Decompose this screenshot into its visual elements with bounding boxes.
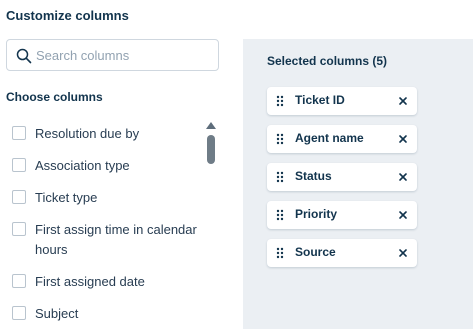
selected-column-chip[interactable]: Status: [267, 163, 417, 191]
choose-columns-label: Choose columns: [6, 90, 103, 104]
available-columns-list[interactable]: Resolution due by Association type Ticke…: [0, 117, 205, 329]
close-icon[interactable]: [397, 247, 409, 259]
drag-handle-icon[interactable]: [276, 209, 284, 221]
close-icon[interactable]: [397, 133, 409, 145]
selected-column-chip[interactable]: Priority: [267, 201, 417, 229]
selected-columns-panel: Selected columns (5) Ticket ID Agent nam…: [243, 39, 473, 329]
list-item[interactable]: First assigned date: [12, 272, 205, 292]
checkbox[interactable]: [12, 190, 26, 204]
list-item[interactable]: Resolution due by: [12, 124, 205, 144]
drag-handle-icon[interactable]: [276, 171, 284, 183]
chip-label: Ticket ID: [295, 93, 345, 107]
scrollbar-thumb[interactable]: [207, 135, 215, 164]
column-label: Ticket type: [35, 190, 98, 205]
list-item[interactable]: Ticket type: [12, 188, 205, 208]
close-icon[interactable]: [397, 209, 409, 221]
drag-handle-icon[interactable]: [276, 133, 284, 145]
selected-column-chip[interactable]: Agent name: [267, 125, 417, 153]
list-item[interactable]: First assign time in calendar hours: [12, 220, 205, 260]
page-title: Customize columns: [6, 8, 129, 23]
search-input[interactable]: [36, 41, 214, 69]
chip-label: Agent name: [295, 131, 364, 145]
chip-label: Status: [295, 169, 332, 183]
search-icon: [16, 48, 32, 64]
column-label: Resolution due by: [35, 126, 140, 141]
column-label: First assigned date: [35, 274, 145, 289]
checkbox[interactable]: [12, 222, 26, 236]
list-item[interactable]: Subject: [12, 304, 205, 324]
drag-handle-icon[interactable]: [276, 95, 284, 107]
search-box[interactable]: [6, 39, 219, 71]
drag-handle-icon[interactable]: [276, 247, 284, 259]
selected-column-chip[interactable]: Source: [267, 239, 417, 267]
checkbox[interactable]: [12, 306, 26, 320]
close-icon[interactable]: [397, 95, 409, 107]
scroll-up-arrow-icon[interactable]: [206, 122, 216, 129]
checkbox[interactable]: [12, 274, 26, 288]
column-label: Subject: [35, 306, 79, 321]
chip-label: Source: [295, 245, 336, 259]
chip-label: Priority: [295, 207, 338, 221]
column-label: Association type: [35, 158, 130, 173]
column-label: First assign time in calendar hours: [35, 222, 197, 257]
selected-columns-title: Selected columns (5): [267, 54, 388, 68]
checkbox[interactable]: [12, 158, 26, 172]
checkbox[interactable]: [12, 126, 26, 140]
close-icon[interactable]: [397, 171, 409, 183]
selected-column-chip[interactable]: Ticket ID: [267, 87, 417, 115]
list-item[interactable]: Association type: [12, 156, 205, 176]
